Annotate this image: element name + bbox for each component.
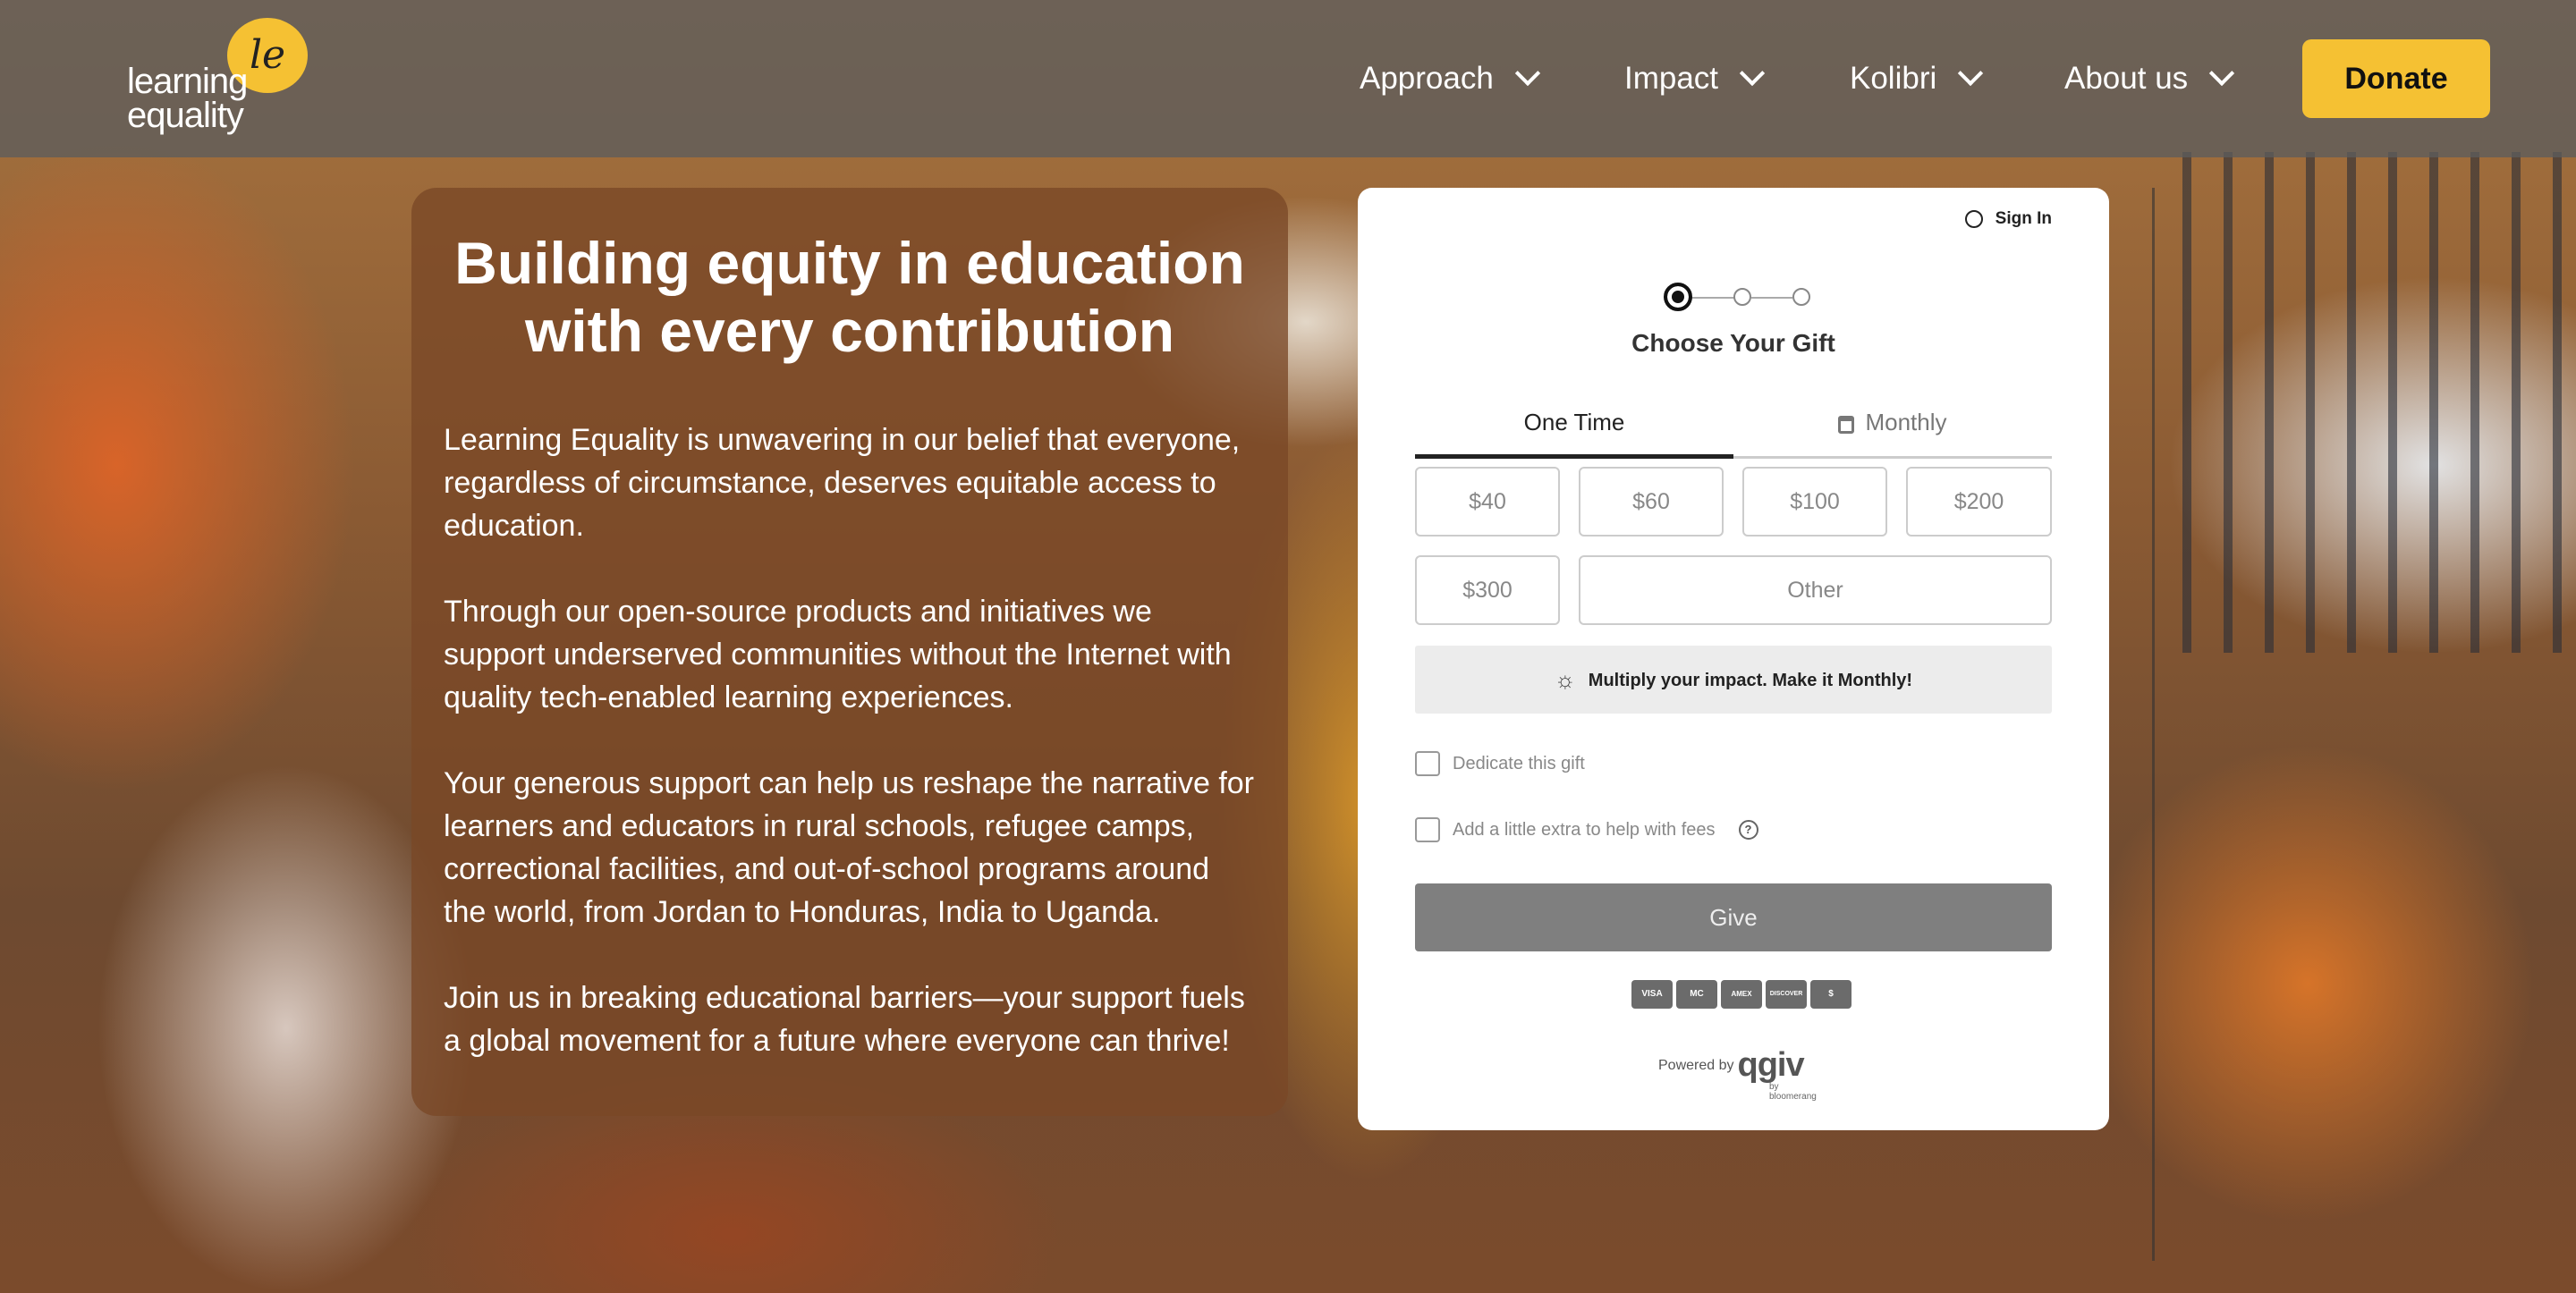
fees-label: Add a little extra to help with fees: [1453, 819, 1716, 840]
calendar-icon: [1838, 416, 1855, 434]
qgiv-logo: qgiv: [1737, 1046, 1805, 1084]
info-paragraph: Your generous support can help us reshap…: [444, 766, 1254, 929]
powered-by[interactable]: Powered by qgiv by bloomerang: [1658, 1046, 1817, 1102]
chevron-down-icon: [1739, 60, 1766, 87]
nav-about-us-label: About us: [2064, 61, 2189, 96]
multiply-text: Multiply your impact. Make it Monthly!: [1588, 671, 1913, 690]
tab-one-time-label: One Time: [1523, 409, 1625, 435]
ach-icon: $: [1810, 980, 1852, 1009]
sign-in-link[interactable]: Sign In: [1964, 209, 2052, 229]
monthly-upsell-banner[interactable]: ☼ Multiply your impact. Make it Monthly!: [1415, 646, 2052, 714]
step-title: Choose Your Gift: [1631, 329, 1835, 357]
info-paragraph: Through our open-source products and ini…: [444, 595, 1232, 714]
user-circle-icon: [1964, 210, 1983, 228]
discover-icon: DISCOVER: [1766, 980, 1807, 1009]
step-indicator: [1664, 283, 1825, 311]
amount-40-button[interactable]: $40: [1415, 467, 1560, 537]
visa-icon: VISA: [1631, 980, 1673, 1009]
amex-icon: AMEX: [1721, 980, 1762, 1009]
payment-methods: VISA MC AMEX DISCOVER $: [1631, 980, 1852, 1009]
amount-300-button[interactable]: $300: [1415, 555, 1560, 625]
help-icon[interactable]: ?: [1738, 820, 1758, 840]
fees-checkbox[interactable]: [1415, 817, 1440, 842]
tab-monthly[interactable]: Monthly: [1733, 388, 2052, 456]
sign-in-label: Sign In: [1995, 209, 2052, 228]
nav-impact-label: Impact: [1624, 61, 1719, 96]
chevron-down-icon: [1958, 60, 1984, 87]
step-1-active: [1664, 283, 1692, 311]
amount-60-button[interactable]: $60: [1579, 467, 1724, 537]
logo-line-2: equality: [127, 96, 244, 135]
background-pole: [2152, 188, 2155, 1261]
amount-100-button[interactable]: $100: [1742, 467, 1887, 537]
site-header: le learning equality Approach Impact Kol…: [0, 0, 2576, 157]
learning-equality-logo[interactable]: le learning equality: [127, 16, 315, 141]
donate-button[interactable]: Donate: [2302, 39, 2490, 118]
step-3: [1792, 288, 1810, 306]
donation-form: Sign In Choose Your Gift One Time Monthl…: [1358, 188, 2109, 1130]
nav-kolibri-label: Kolibri: [1850, 61, 1937, 96]
dedicate-checkbox[interactable]: [1415, 751, 1440, 776]
nav-approach[interactable]: Approach: [1360, 46, 1540, 111]
dedicate-gift-row[interactable]: Dedicate this gift: [1415, 751, 1585, 776]
other-amount-input[interactable]: Other: [1579, 555, 2052, 625]
sparkle-icon: ☼: [1554, 666, 1576, 693]
logo-line-1: learning: [127, 62, 248, 101]
step-connector: [1751, 297, 1792, 299]
amount-200-button[interactable]: $200: [1906, 467, 2052, 537]
tab-monthly-label: Monthly: [1865, 409, 1947, 435]
chevron-down-icon: [1514, 60, 1540, 87]
tab-one-time[interactable]: One Time: [1415, 388, 1733, 459]
qgiv-sub: by bloomerang: [1769, 1082, 1817, 1102]
logo-text: learning equality: [127, 62, 248, 135]
nav-impact[interactable]: Impact: [1624, 46, 1766, 111]
background-window: [2182, 152, 2576, 653]
powered-by-label: Powered by: [1658, 1057, 1734, 1073]
title-line-1: Building equity in education: [454, 230, 1245, 296]
frequency-tabs: One Time Monthly: [1415, 388, 2052, 459]
dedicate-label: Dedicate this gift: [1453, 753, 1585, 773]
page-title: Building equity in education with every …: [444, 229, 1256, 365]
nav-kolibri[interactable]: Kolibri: [1850, 46, 1984, 111]
mastercard-icon: MC: [1676, 980, 1717, 1009]
give-button[interactable]: Give: [1415, 883, 2052, 951]
title-line-2: with every contribution: [524, 298, 1175, 364]
info-paragraph: Learning Equality is unwavering in our b…: [444, 423, 1241, 543]
step-2: [1733, 288, 1751, 306]
fees-row[interactable]: Add a little extra to help with fees ?: [1415, 817, 1758, 842]
nav-about-us[interactable]: About us: [2064, 46, 2235, 111]
info-paragraph: Join us in breaking educational barriers…: [444, 981, 1245, 1058]
nav-approach-label: Approach: [1360, 61, 1494, 96]
chevron-down-icon: [2209, 60, 2235, 87]
info-card: Building equity in education with every …: [411, 188, 1288, 1116]
step-connector: [1690, 297, 1735, 299]
